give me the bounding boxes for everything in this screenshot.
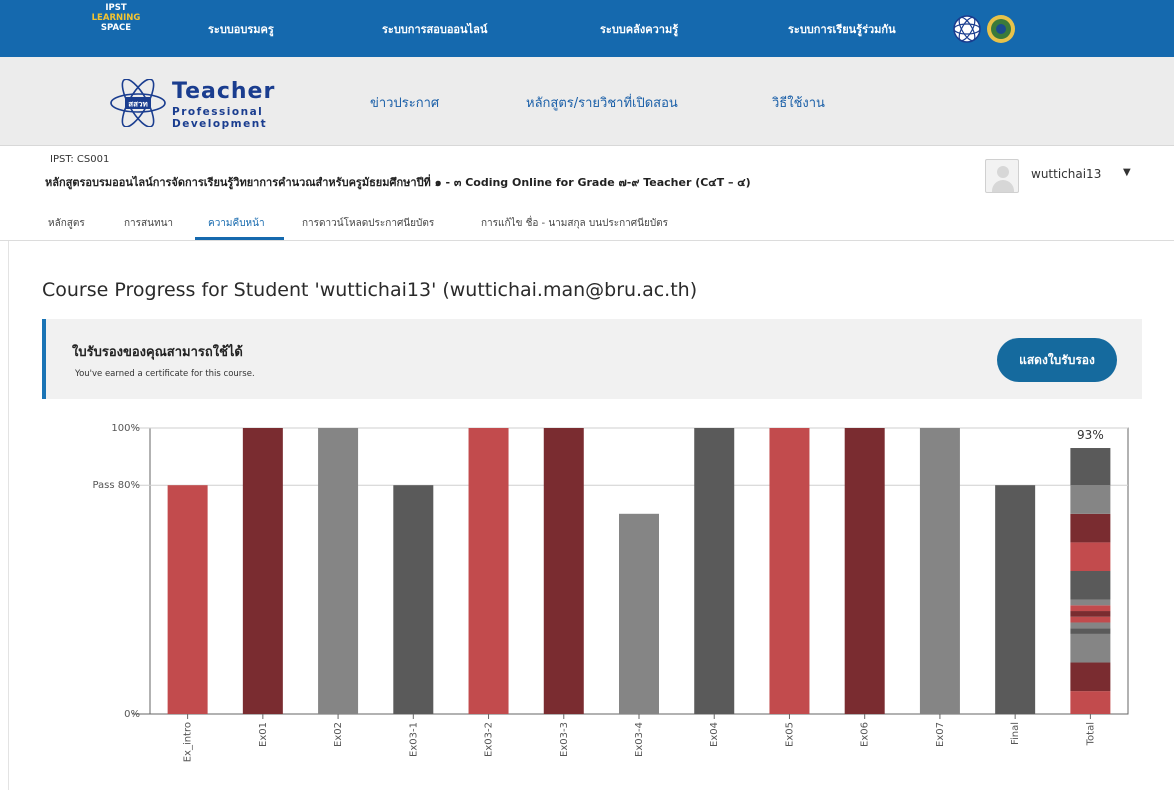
nav-how-to-use[interactable]: วิธีใช้งาน xyxy=(772,92,825,113)
nav-courses[interactable]: หลักสูตร/รายวิชาที่เปิดสอน xyxy=(526,92,678,113)
bar-ex-intro xyxy=(167,485,208,714)
total-bar-segment xyxy=(1070,542,1111,571)
bar-ex07 xyxy=(919,428,960,714)
government-seal-icon[interactable] xyxy=(986,14,1016,44)
total-bar-segment xyxy=(1070,571,1111,600)
tpd-logo[interactable]: สสวท Teacher Professional Development xyxy=(108,79,278,130)
course-title: หลักสูตรอบรมออนไลน์การจัดการเรียนรู้วิทย… xyxy=(45,176,751,189)
ipst-emblem-icon[interactable] xyxy=(952,14,982,44)
x-tick-label: Ex02 xyxy=(333,722,344,747)
logo-word-teacher: Teacher xyxy=(172,79,276,104)
bar-ex03-3 xyxy=(543,428,584,714)
tab-progress[interactable]: ความคืบหน้า xyxy=(208,216,265,231)
x-tick-label: Ex03-3 xyxy=(559,722,570,757)
nav-online-exam[interactable]: ระบบการสอบออนไลน์ xyxy=(382,0,487,57)
top-navigation-bar: IPST LEARNING SPACE ระบบอบรมครู ระบบการส… xyxy=(0,0,1174,57)
total-bar-segment xyxy=(1070,513,1111,543)
ipst-atom-logo-icon: สสวท xyxy=(110,79,166,127)
bar-ex06 xyxy=(844,428,885,714)
site-header: สสวท Teacher Professional Development ข่… xyxy=(0,57,1174,145)
x-tick-label: Ex03-2 xyxy=(484,722,495,757)
certificate-title: ใบรับรองของคุณสามารถใช้ได้ xyxy=(72,345,243,360)
logo-line-1: IPST xyxy=(105,3,127,13)
total-value-label: 93% xyxy=(1077,428,1104,442)
total-bar-segment xyxy=(1070,691,1111,714)
bar-ex03-2 xyxy=(468,428,509,714)
bar-ex02 xyxy=(318,428,359,714)
x-tick-label: Total xyxy=(1085,722,1096,746)
logo-word-professional: Professional xyxy=(172,106,264,118)
user-menu-caret-icon[interactable]: ▼ xyxy=(1123,167,1131,178)
logo-line-2: LEARNING xyxy=(91,13,141,23)
course-header: IPST: CS001 หลักสูตรอบรมออนไลน์การจัดการ… xyxy=(0,145,1174,203)
progress-chart: 93% 0% Pass 80% 100% Ex_intro Ex01 Ex02 Ex03-… xyxy=(92,423,1129,762)
emblem-text: สสวท xyxy=(128,100,148,109)
total-bar-segment xyxy=(1070,628,1111,634)
x-axis-labels: Ex_intro Ex01 Ex02 Ex03-1 Ex03-2 Ex03-3 Ex03-4… xyxy=(183,714,1096,762)
tab-certificate-download[interactable]: การดาวน์โหลดประกาศนียบัตร xyxy=(302,216,434,231)
nav-teacher-training[interactable]: ระบบอบรมครู xyxy=(208,0,274,57)
bar-ex01 xyxy=(242,428,283,714)
active-tab-indicator xyxy=(195,237,284,240)
course-code: IPST: CS001 xyxy=(50,154,110,165)
y-tick-label: 100% xyxy=(111,423,140,434)
tab-certificate-name-edit[interactable]: การแก้ไข ชื่อ - นามสกุล บนประกาศนียบัตร xyxy=(481,216,668,231)
total-bar-segment xyxy=(1070,605,1111,612)
total-bar-segment xyxy=(1070,448,1111,486)
avatar-body xyxy=(992,180,1014,192)
x-tick-label: Ex04 xyxy=(709,722,720,747)
x-tick-label: Ex_intro xyxy=(183,722,194,762)
nav-collaborative-learning[interactable]: ระบบการเรียนรู้ร่วมกัน xyxy=(788,0,896,57)
nav-announcements[interactable]: ข่าวประกาศ xyxy=(370,92,439,113)
learning-space-logo[interactable]: IPST LEARNING SPACE xyxy=(88,3,144,33)
y-tick-label: 0% xyxy=(124,709,140,720)
tab-discussion[interactable]: การสนทนา xyxy=(124,216,173,231)
total-bar-segment xyxy=(1070,616,1111,623)
x-tick-label: Ex06 xyxy=(860,722,871,747)
certificate-subtitle: You've earned a certificate for this cou… xyxy=(75,369,255,379)
bar-ex03-4 xyxy=(619,513,659,714)
total-bar-segment xyxy=(1070,622,1111,629)
total-bar-segment xyxy=(1070,485,1111,514)
tab-course[interactable]: หลักสูตร xyxy=(48,216,85,231)
course-tabs: หลักสูตร การสนทนา ความคืบหน้า การดาวน์โห… xyxy=(0,203,1174,241)
progress-page-title: Course Progress for Student 'wuttichai13… xyxy=(42,279,698,301)
total-bar-segment xyxy=(1070,599,1111,606)
certificate-banner: ใบรับรองของคุณสามารถใช้ได้ You've earned… xyxy=(42,319,1142,399)
bar-ex03-1 xyxy=(393,485,434,714)
y-axis-labels: 0% Pass 80% 100% xyxy=(92,423,140,720)
show-certificate-button[interactable]: แสดงใบรับรอง xyxy=(997,338,1117,382)
x-tick-label: Ex07 xyxy=(935,722,946,747)
bar-final xyxy=(995,485,1036,714)
x-tick-label: Ex03-4 xyxy=(634,722,645,757)
logo-word-development: Development xyxy=(172,118,268,130)
username[interactable]: wuttichai13 xyxy=(1031,167,1101,181)
bar-ex05 xyxy=(769,428,810,714)
logo-line-3: SPACE xyxy=(100,23,132,33)
bar-ex04 xyxy=(694,428,735,714)
total-bar-segment xyxy=(1070,611,1111,617)
x-tick-label: Ex05 xyxy=(784,722,795,747)
x-tick-label: Ex03-1 xyxy=(408,722,419,757)
user-avatar[interactable] xyxy=(985,159,1019,193)
total-bar-segment xyxy=(1070,662,1111,692)
x-tick-label: Final xyxy=(1010,722,1021,745)
y-tick-label: Pass 80% xyxy=(92,480,140,491)
total-bar-segment xyxy=(1070,633,1111,663)
nav-knowledge-base[interactable]: ระบบคลังความรู้ xyxy=(600,0,678,57)
avatar-head xyxy=(997,166,1009,178)
x-tick-label: Ex01 xyxy=(258,722,269,747)
